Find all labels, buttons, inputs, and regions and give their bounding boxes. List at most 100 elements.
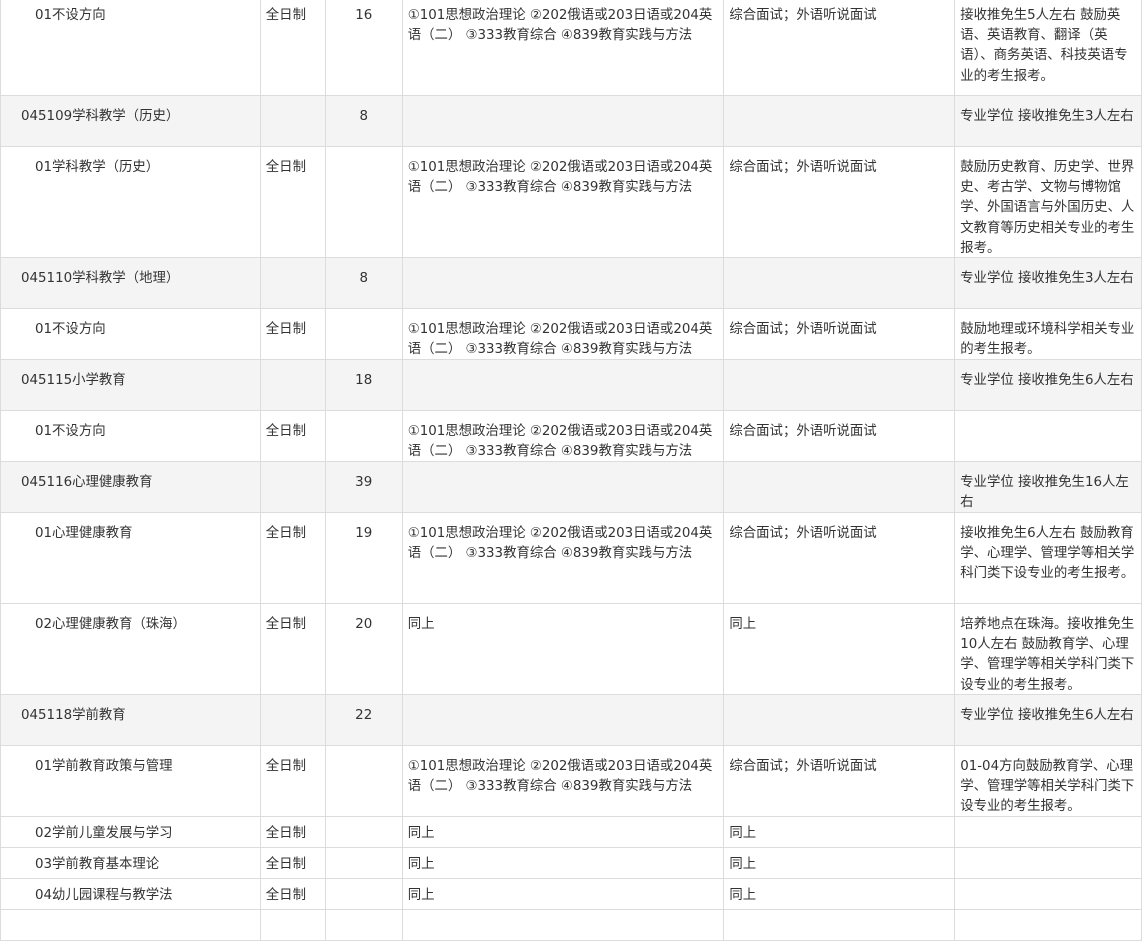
retest-method [724, 910, 956, 940]
quota: 19 [326, 513, 403, 603]
remarks: 接收推免生5人左右 鼓励英语、英语教育、翻译（英语）、商务英语、科技英语专业的考… [955, 0, 1143, 95]
exam-subjects: 同上 [403, 604, 725, 694]
remarks: 培养地点在珠海。接收推免生10人左右 鼓励教育学、心理学、管理学等相关学科门类下… [955, 604, 1143, 694]
remarks: 专业学位 接收推免生6人左右 [955, 695, 1142, 745]
quota: 18 [326, 360, 403, 410]
study-mode [261, 695, 326, 745]
table-row: 01学前教育政策与管理 全日制 ①101思想政治理论 ②202俄语或203日语或… [0, 746, 1143, 817]
study-mode: 全日制 [261, 879, 326, 909]
direction-name: 01学科教学（历史） [1, 147, 261, 257]
quota: 20 [326, 604, 403, 694]
retest-method: 综合面试；外语听说面试 [724, 0, 956, 95]
study-mode: 全日制 [261, 411, 326, 461]
quota [326, 746, 403, 816]
admissions-table: 01不设方向 全日制 16 ①101思想政治理论 ②202俄语或203日语或20… [0, 0, 1143, 941]
table-row: 045118学前教育 22 专业学位 接收推免生6人左右 [0, 695, 1142, 746]
direction-name: 02心理健康教育（珠海） [1, 604, 261, 694]
exam-subjects: 同上 [403, 817, 725, 847]
exam-subjects [403, 910, 725, 940]
remarks: 鼓励历史教育、历史学、世界史、考古学、文物与博物馆学、外国语言与外国历史、人文教… [955, 147, 1143, 257]
study-mode: 全日制 [261, 746, 326, 816]
quota: 39 [326, 462, 403, 512]
retest-method: 同上 [724, 848, 956, 878]
quota: 16 [326, 0, 403, 95]
quota [326, 848, 403, 878]
remarks: 接收推免生6人左右 鼓励教育学、心理学、管理学等相关学科门类下设专业的考生报考。 [955, 513, 1143, 603]
quota: 8 [326, 96, 403, 146]
direction-name: 01学前教育政策与管理 [1, 746, 261, 816]
remarks: 鼓励地理或环境科学相关专业的考生报考。 [955, 309, 1143, 359]
quota [326, 879, 403, 909]
study-mode: 全日制 [261, 309, 326, 359]
table-row: 01不设方向 全日制 16 ①101思想政治理论 ②202俄语或203日语或20… [0, 0, 1143, 96]
remarks [955, 848, 1143, 878]
remarks: 专业学位 接收推免生3人左右 [955, 258, 1142, 308]
exam-subjects: ①101思想政治理论 ②202俄语或203日语或204英语（二） ③333教育综… [403, 147, 725, 257]
remarks [955, 910, 1143, 940]
retest-method: 综合面试；外语听说面试 [724, 513, 956, 603]
direction-name: 01不设方向 [1, 411, 261, 461]
study-mode [261, 462, 326, 512]
exam-subjects: 同上 [403, 879, 725, 909]
retest-method [724, 695, 956, 745]
exam-subjects: 同上 [403, 848, 725, 878]
exam-subjects: ①101思想政治理论 ②202俄语或203日语或204英语（二） ③333教育综… [403, 746, 725, 816]
major-name: 045115小学教育 [1, 360, 261, 410]
retest-method: 同上 [724, 879, 956, 909]
exam-subjects: ①101思想政治理论 ②202俄语或203日语或204英语（二） ③333教育综… [403, 0, 725, 95]
major-name: 045116心理健康教育 [1, 462, 261, 512]
exam-subjects [403, 462, 725, 512]
study-mode [261, 360, 326, 410]
table-row: 01心理健康教育 全日制 19 ①101思想政治理论 ②202俄语或203日语或… [0, 513, 1143, 604]
quota: 8 [326, 258, 403, 308]
quota [326, 817, 403, 847]
remarks: 专业学位 接收推免生16人左右 [955, 462, 1142, 512]
table-row: 045116心理健康教育 39 专业学位 接收推免生16人左右 [0, 462, 1142, 513]
retest-method [724, 96, 956, 146]
exam-subjects [403, 360, 725, 410]
retest-method [724, 360, 956, 410]
study-mode: 全日制 [261, 0, 326, 95]
table-row: 01学科教学（历史） 全日制 ①101思想政治理论 ②202俄语或203日语或2… [0, 147, 1143, 258]
table-row: 01不设方向 全日制 ①101思想政治理论 ②202俄语或203日语或204英语… [0, 309, 1143, 360]
exam-subjects: ①101思想政治理论 ②202俄语或203日语或204英语（二） ③333教育综… [403, 411, 725, 461]
study-mode: 全日制 [261, 604, 326, 694]
quota [326, 147, 403, 257]
table-row: 02学前儿童发展与学习 全日制 同上 同上 [0, 817, 1143, 848]
table-row-partial [0, 910, 1143, 941]
exam-subjects: ①101思想政治理论 ②202俄语或203日语或204英语（二） ③333教育综… [403, 513, 725, 603]
retest-method: 综合面试；外语听说面试 [724, 309, 956, 359]
study-mode: 全日制 [261, 147, 326, 257]
table-row: 045115小学教育 18 专业学位 接收推免生6人左右 [0, 360, 1142, 411]
table-row: 045109学科教学（历史） 8 专业学位 接收推免生3人左右 [0, 96, 1142, 147]
retest-method: 综合面试；外语听说面试 [724, 411, 956, 461]
exam-subjects [403, 258, 725, 308]
exam-subjects: ①101思想政治理论 ②202俄语或203日语或204英语（二） ③333教育综… [403, 309, 725, 359]
quota: 22 [326, 695, 403, 745]
direction-name: 04幼儿园课程与教学法 [1, 879, 261, 909]
retest-method: 同上 [724, 817, 956, 847]
direction-name [1, 910, 261, 940]
table-row: 04幼儿园课程与教学法 全日制 同上 同上 [0, 879, 1143, 910]
table-row: 01不设方向 全日制 ①101思想政治理论 ②202俄语或203日语或204英语… [0, 411, 1143, 462]
retest-method [724, 462, 956, 512]
direction-name: 02学前儿童发展与学习 [1, 817, 261, 847]
direction-name: 03学前教育基本理论 [1, 848, 261, 878]
study-mode: 全日制 [261, 848, 326, 878]
study-mode [261, 258, 326, 308]
direction-name: 01不设方向 [1, 309, 261, 359]
quota [326, 411, 403, 461]
major-name: 045109学科教学（历史） [1, 96, 261, 146]
major-name: 045110学科教学（地理） [1, 258, 261, 308]
quota [326, 910, 403, 940]
remarks [955, 411, 1143, 461]
retest-method [724, 258, 956, 308]
retest-method: 综合面试；外语听说面试 [724, 746, 956, 816]
study-mode: 全日制 [261, 817, 326, 847]
study-mode [261, 910, 326, 940]
major-name: 045118学前教育 [1, 695, 261, 745]
retest-method: 综合面试；外语听说面试 [724, 147, 956, 257]
remarks [955, 817, 1143, 847]
table-row: 03学前教育基本理论 全日制 同上 同上 [0, 848, 1143, 879]
remarks: 01-04方向鼓励教育学、心理学、管理学等相关学科门类下设专业的考生报考。 [955, 746, 1143, 816]
